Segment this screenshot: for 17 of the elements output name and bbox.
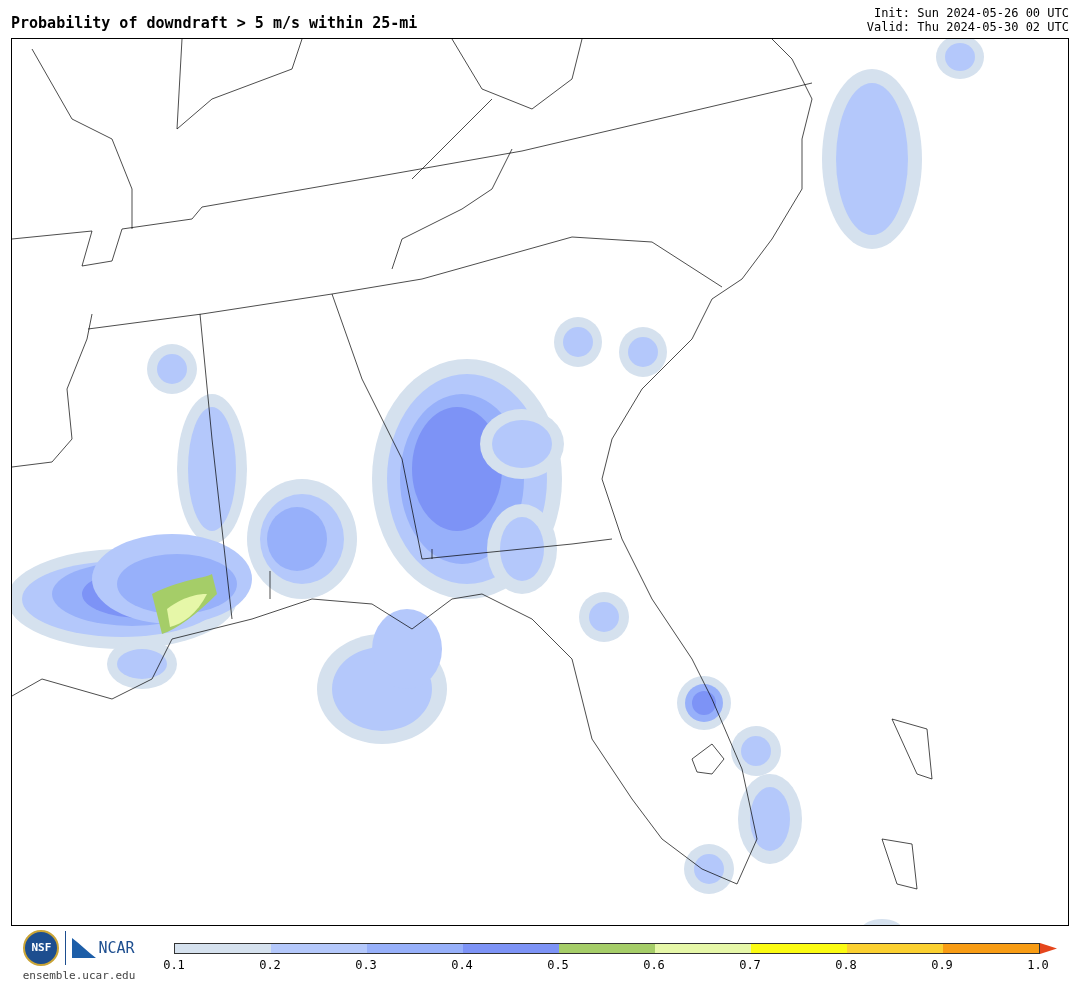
ncar-logo: NCAR xyxy=(72,936,135,960)
scale-tick-label: 0.6 xyxy=(643,957,665,974)
ncar-mark-icon xyxy=(72,938,97,958)
scale-tick-label: 0.9 xyxy=(931,957,953,974)
scale-tick-label: 0.8 xyxy=(835,957,857,974)
site-url: ensemble.ucar.edu xyxy=(22,968,136,984)
scale-tick-label: 0.5 xyxy=(547,957,569,974)
scale-tick-label: 0.1 xyxy=(163,957,185,974)
scale-tick-label: 0.2 xyxy=(259,957,281,974)
init-time: Init: Sun 2024-05-26 00 UTC xyxy=(873,6,1069,20)
valid-time: Valid: Thu 2024-05-30 02 UTC xyxy=(866,20,1069,34)
scale-tick-label: 0.3 xyxy=(355,957,377,974)
nsf-logo: NSF xyxy=(23,930,60,966)
map-title: Probability of downdraft > 5 m/s within 25-mi xyxy=(11,13,418,34)
scale-tick-label: 1.0 xyxy=(1027,957,1049,974)
scale-tick-label: 0.7 xyxy=(739,957,761,974)
scale-tick-label: 0.4 xyxy=(451,957,473,974)
